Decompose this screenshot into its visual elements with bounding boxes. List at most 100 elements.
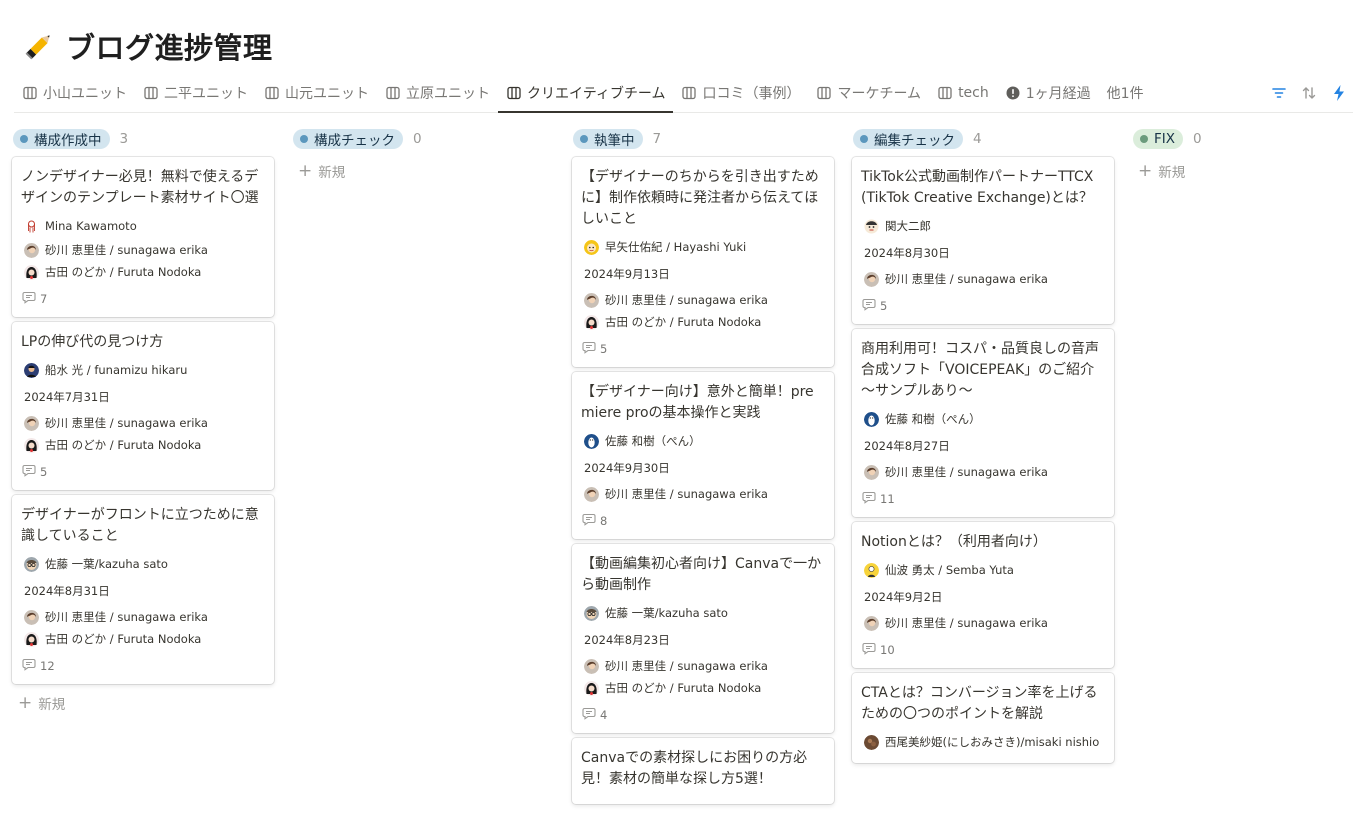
reviewer-name: 砂川 恵里佳 / sunagawa erika xyxy=(45,243,208,257)
tab-label: クリエイティブチーム xyxy=(527,85,666,102)
due-date: 2024年8月30日 xyxy=(864,246,950,260)
board-view-icon xyxy=(937,85,953,101)
author-property: 関大二郎 xyxy=(861,215,1104,237)
comment-count-value: 5 xyxy=(880,299,888,313)
reviewers-property: 砂川 恵里佳 / sunagawa erika xyxy=(861,461,1104,483)
tab-6[interactable]: 口コミ（事例） xyxy=(673,74,808,112)
board-card[interactable]: デザイナーがフロントに立つために意識していること 佐藤 一葉/kazuha sat… xyxy=(12,495,274,684)
card-title: TikTok公式動画制作パートナーTTCX(TikTok Creative Ex… xyxy=(861,169,1094,206)
reviewer-name: 古田 のどか / Furuta Nodoka xyxy=(45,632,202,646)
comment-icon xyxy=(582,513,596,529)
new-card-button[interactable]: + 新規 xyxy=(12,689,274,717)
tab-9[interactable]: 1ヶ月経過 xyxy=(997,74,1099,112)
reviewer: 古田 のどか / Furuta Nodoka xyxy=(21,628,264,650)
comment-count: 5 xyxy=(861,296,1104,316)
tab-5[interactable]: クリエイティブチーム xyxy=(498,74,674,113)
board-card[interactable]: 【デザイナーのちからを引き出すために】制作依頼時に発注者から伝えてほしいこと 早矢… xyxy=(572,157,834,367)
author-property: 早矢仕佑紀 / Hayashi Yuki xyxy=(581,236,824,258)
due-date: 2024年8月31日 xyxy=(24,584,110,598)
status-dot xyxy=(300,135,308,143)
plus-icon: + xyxy=(298,160,313,181)
new-card-label: 新規 xyxy=(38,697,66,713)
comment-count: 5 xyxy=(581,339,824,359)
author-name: 早矢仕佑紀 / Hayashi Yuki xyxy=(605,240,747,254)
board-card[interactable]: TikTok公式動画制作パートナーTTCX(TikTok Creative Ex… xyxy=(852,157,1114,324)
new-card-button[interactable]: + 新規 xyxy=(1132,157,1353,185)
column-header[interactable]: 構成チェック 0 xyxy=(292,124,554,154)
board: 構成作成中 3 ノンデザイナー必見！無料で使えるデザインのテンプレート素材サイト〇選… xyxy=(12,124,1353,834)
tab-2[interactable]: 二平ユニット xyxy=(135,74,256,112)
tab-7[interactable]: マーケチーム xyxy=(808,74,929,112)
more-views-button[interactable]: 他1件 xyxy=(1099,74,1152,112)
new-card-label: 新規 xyxy=(1158,165,1186,181)
comment-count: 4 xyxy=(581,705,824,725)
board-card[interactable]: CTAとは？コンバージョン率を上げるための〇つのポイントを解説 西尾美紗姫(にしお… xyxy=(852,673,1114,763)
author-name: 関大二郎 xyxy=(885,219,931,233)
reviewers-property: 砂川 恵里佳 / sunagawa erika 古田 のどか / Furuta N… xyxy=(581,655,824,699)
sort-icon[interactable] xyxy=(1300,84,1318,102)
card-title: Notionとは？（利用者向け） xyxy=(861,534,1047,550)
comment-icon xyxy=(862,298,876,314)
avatar xyxy=(584,605,599,621)
tab-4[interactable]: 立原ユニット xyxy=(377,74,498,112)
board-card[interactable]: LPの伸び代の見つけ方 船水 光 / funamizu hikaru 2024年7月… xyxy=(12,322,274,490)
comment-count: 11 xyxy=(861,489,1104,509)
avatar xyxy=(584,680,599,696)
reviewer: 砂川 恵里佳 / sunagawa erika xyxy=(581,289,824,311)
reviewer: 砂川 恵里佳 / sunagawa erika xyxy=(21,412,264,434)
board-card[interactable]: 【動画編集初心者向け】Canvaで一から動画制作 佐藤 一葉/kazuha sat… xyxy=(572,544,834,733)
status-badge: 構成作成中 xyxy=(13,129,110,149)
avatar xyxy=(864,464,879,480)
new-card-button[interactable]: + 新規 xyxy=(292,157,554,185)
page: ブログ進捗管理 小山ユニット 二平ユニット 山元ユニット 立原ユニット クリエイティブチ… xyxy=(0,0,1353,834)
comment-count: 10 xyxy=(861,640,1104,660)
comment-count-value: 10 xyxy=(880,643,895,657)
board-card[interactable]: Notionとは？（利用者向け） 仙波 勇太 / Semba Yuta 2024年9… xyxy=(852,522,1114,668)
column-header[interactable]: 執筆中 7 xyxy=(572,124,834,154)
author-property: 西尾美紗姫(にしおみさき)/misaki nishio xyxy=(861,731,1104,753)
card-list: TikTok公式動画制作パートナーTTCX(TikTok Creative Ex… xyxy=(852,157,1114,763)
reviewer-name: 古田 のどか / Furuta Nodoka xyxy=(605,681,762,695)
reviewer-name: 砂川 恵里佳 / sunagawa erika xyxy=(885,465,1048,479)
column-header[interactable]: FIX 0 xyxy=(1132,124,1353,154)
tab-label: 小山ユニット xyxy=(43,86,127,102)
tab-label: 立原ユニット xyxy=(406,86,490,102)
board-card[interactable]: 【デザイナー向け】意外と簡単！premiere proの基本操作と実践 佐藤 和樹… xyxy=(572,372,834,539)
due-date: 2024年7月31日 xyxy=(24,390,110,404)
reviewer: 砂川 恵里佳 / sunagawa erika xyxy=(581,655,824,677)
card-list: 【デザイナーのちからを引き出すために】制作依頼時に発注者から伝えてほしいこと 早矢… xyxy=(572,157,834,804)
filter-icon[interactable] xyxy=(1270,84,1288,102)
board-view-icon xyxy=(143,85,159,101)
column-count: 3 xyxy=(119,131,129,147)
tab-1[interactable]: 小山ユニット xyxy=(14,74,135,112)
tab-label: 山元ユニット xyxy=(285,86,369,102)
tab-3[interactable]: 山元ユニット xyxy=(256,74,377,112)
comment-icon xyxy=(22,658,36,674)
alert-circle-icon xyxy=(1005,85,1021,101)
board-view-icon xyxy=(22,85,38,101)
comment-icon xyxy=(22,464,36,480)
reviewer: 古田 のどか / Furuta Nodoka xyxy=(21,261,264,283)
card-title: 商用利用可！コスパ・品質良しの音声合成ソフト「VOICEPEAK」のご紹介～サン… xyxy=(861,341,1099,399)
reviewer-name: 砂川 恵里佳 / sunagawa erika xyxy=(605,293,768,307)
reviewer-name: 砂川 恵里佳 / sunagawa erika xyxy=(45,416,208,430)
comment-count-value: 11 xyxy=(880,492,895,506)
reviewer: 古田 のどか / Furuta Nodoka xyxy=(581,311,824,333)
comment-count-value: 5 xyxy=(600,342,608,356)
column-header[interactable]: 構成作成中 3 xyxy=(12,124,274,154)
avatar xyxy=(864,562,879,578)
reviewer-name: 古田 のどか / Furuta Nodoka xyxy=(605,315,762,329)
comment-icon xyxy=(582,707,596,723)
board-card[interactable]: ノンデザイナー必見！無料で使えるデザインのテンプレート素材サイト〇選 Mina K… xyxy=(12,157,274,317)
avatar xyxy=(584,486,599,502)
reviewers-property: 砂川 恵里佳 / sunagawa erika xyxy=(581,483,824,505)
column-header[interactable]: 編集チェック 4 xyxy=(852,124,1114,154)
status-badge: 編集チェック xyxy=(853,129,963,149)
tab-8[interactable]: tech xyxy=(929,74,997,112)
card-title: 【動画編集初心者向け】Canvaで一から動画制作 xyxy=(581,556,822,593)
board-card[interactable]: Canvaでの素材探しにお困りの方必見！素材の簡単な探し方5選！ xyxy=(572,738,834,804)
board-card[interactable]: 商用利用可！コスパ・品質良しの音声合成ソフト「VOICEPEAK」のご紹介～サン… xyxy=(852,329,1114,517)
lightning-icon[interactable] xyxy=(1330,84,1348,102)
status-label: 編集チェック xyxy=(874,133,955,149)
plus-icon: + xyxy=(18,692,33,713)
